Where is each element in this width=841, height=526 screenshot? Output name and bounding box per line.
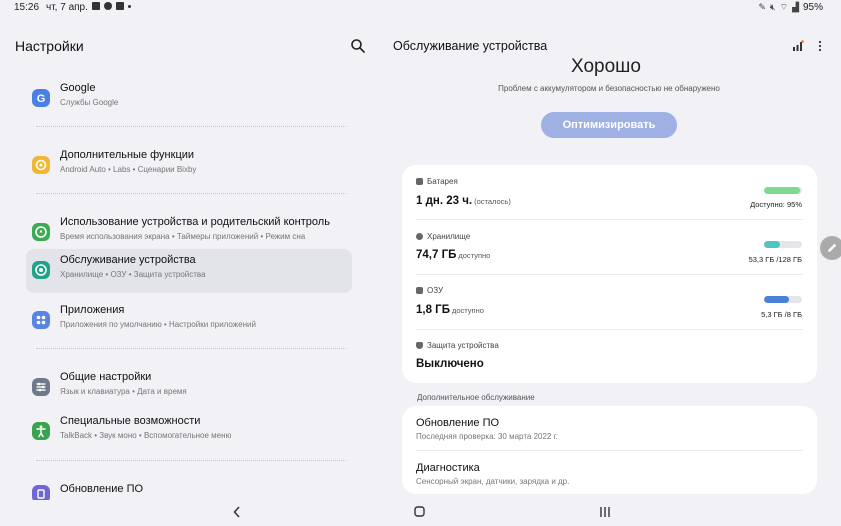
menu-item-general-management[interactable]: Общие настройки Язык и клавиатура • Дата… xyxy=(26,366,352,410)
navigation-bar xyxy=(0,500,841,526)
edit-pen-icon: ✎ xyxy=(758,2,766,12)
divider xyxy=(36,348,346,349)
pencil-icon xyxy=(828,243,837,252)
ram-label: ОЗУ xyxy=(416,286,443,295)
menu-item-title: Использование устройства и родительский … xyxy=(60,216,330,228)
storage-usage: 53,3 ГБ /128 ГБ xyxy=(748,255,802,264)
device-care-icon xyxy=(32,261,50,279)
menu-item-title: Специальные возможности xyxy=(60,415,201,427)
calendar-icon xyxy=(116,2,124,10)
ram-bar xyxy=(764,296,802,303)
storage-bar xyxy=(764,241,802,248)
menu-item-title: Общие настройки xyxy=(60,371,152,383)
status-right: ✎ 🔇︎ ⌔ ▟ 95% xyxy=(758,2,823,13)
menu-item-subtitle: Язык и клавиатура • Дата и время xyxy=(60,387,187,396)
menu-item-advanced-features[interactable]: Дополнительные функции Android Auto • La… xyxy=(26,144,352,188)
menu-item-title: Обслуживание устройства xyxy=(60,254,196,266)
signal-bars-icon: ▟ xyxy=(792,2,799,12)
page-title: Обслуживание устройства xyxy=(393,39,548,53)
battery-label: Батарея xyxy=(416,177,458,186)
menu-item-google[interactable]: G Google Службы Google xyxy=(26,77,352,121)
plus-gear-icon xyxy=(32,156,50,174)
device-status: Хорошо xyxy=(571,56,641,76)
menu-item-accessibility[interactable]: Специальные возможности TalkBack • Звук … xyxy=(26,410,352,454)
divider xyxy=(36,193,346,194)
storage-bar-fill xyxy=(764,241,780,248)
search-icon[interactable] xyxy=(350,38,366,54)
ram-usage: 5,3 ГБ /8 ГБ xyxy=(761,310,802,319)
back-icon[interactable] xyxy=(231,505,243,519)
status-note: Проблем с аккумулятором и безопасностью … xyxy=(498,84,720,93)
menu-item-title: Обновление ПО xyxy=(60,483,144,495)
wifi-icon: ⌔ xyxy=(779,2,789,12)
menu-item-subtitle: Приложения по умолчанию • Настройки прил… xyxy=(60,320,256,329)
battery-available: Доступно: 95% xyxy=(750,200,802,209)
battery-row[interactable]: Батарея 1 дн. 23 ч. (осталось) Доступно: … xyxy=(402,165,817,219)
menu-item-title: Google xyxy=(60,82,96,94)
security-label: Защита устройства xyxy=(416,341,499,350)
software-update-row[interactable]: Обновление ПО Последняя проверка: 30 мар… xyxy=(402,406,817,450)
battery-bar-fill xyxy=(764,187,801,194)
battery-percent: 95% xyxy=(802,2,823,13)
menu-item-apps[interactable]: Приложения Приложения по умолчанию • Нас… xyxy=(26,299,352,343)
menu-item-subtitle: Хранилище • ОЗУ • Защита устройства xyxy=(60,270,206,279)
more-options-icon[interactable] xyxy=(818,40,822,52)
menu-item-subtitle: Android Auto • Labs • Сценарии Bixby xyxy=(60,165,197,174)
diagnostics-row[interactable]: Диагностика Сенсорный экран, датчики, за… xyxy=(402,451,817,494)
device-care-card: Батарея 1 дн. 23 ч. (осталось) Доступно: … xyxy=(402,165,817,383)
menu-item-subtitle: Время использования экрана • Таймеры при… xyxy=(60,232,306,241)
notification-icons xyxy=(92,2,131,10)
shield-icon xyxy=(416,342,423,349)
menu-item-software-update[interactable]: Обновление ПО xyxy=(26,478,352,500)
security-row[interactable]: Защита устройства Выключено xyxy=(402,330,817,382)
accessibility-icon xyxy=(32,422,50,440)
home-icon[interactable] xyxy=(414,506,425,517)
ram-row[interactable]: ОЗУ 1,8 ГБ доступно 5,3 ГБ /8 ГБ xyxy=(402,275,817,329)
recent-apps-icon[interactable] xyxy=(599,506,611,518)
storage-value: 74,7 ГБ доступно xyxy=(416,249,491,261)
divider xyxy=(36,126,346,127)
status-bar: 15:26 чт, 7 апр. ✎ 🔇︎ ⌔ ▟ 95% xyxy=(0,0,841,16)
google-icon: G xyxy=(32,89,50,107)
menu-item-title: Дополнительные функции xyxy=(60,149,195,161)
battery-value: 1 дн. 23 ч. (осталось) xyxy=(416,195,511,207)
diagnostics-title: Диагностика xyxy=(416,462,480,474)
storage-row[interactable]: Хранилище 74,7 ГБ доступно 53,3 ГБ /128 Г… xyxy=(402,220,817,274)
ram-value: 1,8 ГБ доступно xyxy=(416,304,484,316)
storage-label: Хранилище xyxy=(416,232,470,241)
menu-item-title: Приложения xyxy=(60,304,125,316)
apps-icon xyxy=(32,311,50,329)
optimize-button[interactable]: Оптимизировать xyxy=(541,112,677,138)
software-update-subtitle: Последняя проверка: 30 марта 2022 г. xyxy=(416,432,558,441)
battery-icon xyxy=(416,178,423,185)
signal-icon[interactable] xyxy=(792,40,804,52)
battery-bar xyxy=(764,187,802,194)
sliders-icon xyxy=(32,378,50,396)
svg-text:G: G xyxy=(37,93,46,105)
mute-icon: 🔇︎ xyxy=(769,2,776,12)
divider xyxy=(36,460,346,461)
message-icon xyxy=(104,2,112,10)
ram-icon xyxy=(416,287,423,294)
update-icon xyxy=(32,485,50,500)
additional-care-card: Обновление ПО Последняя проверка: 30 мар… xyxy=(402,406,817,494)
edit-button[interactable] xyxy=(820,236,841,260)
storage-icon xyxy=(416,233,423,240)
menu-item-device-care[interactable]: Обслуживание устройства Хранилище • ОЗУ … xyxy=(26,249,352,293)
status-time: 15:26 xyxy=(14,2,40,13)
menu-item-subtitle: TalkBack • Звук моно • Вспомогательное м… xyxy=(60,431,232,440)
section-label: Дополнительное обслуживание xyxy=(417,393,535,402)
wellbeing-icon xyxy=(32,223,50,241)
settings-title: Настройки xyxy=(15,38,84,54)
diagnostics-subtitle: Сенсорный экран, датчики, зарядка и др. xyxy=(416,477,570,486)
status-date: чт, 7 апр. xyxy=(46,2,88,13)
menu-item-subtitle: Службы Google xyxy=(60,98,119,107)
software-update-title: Обновление ПО xyxy=(416,417,500,429)
gallery-icon xyxy=(92,2,100,10)
ram-bar-fill xyxy=(764,296,790,303)
more-notifications-icon xyxy=(128,4,131,8)
security-value: Выключено xyxy=(416,358,484,370)
